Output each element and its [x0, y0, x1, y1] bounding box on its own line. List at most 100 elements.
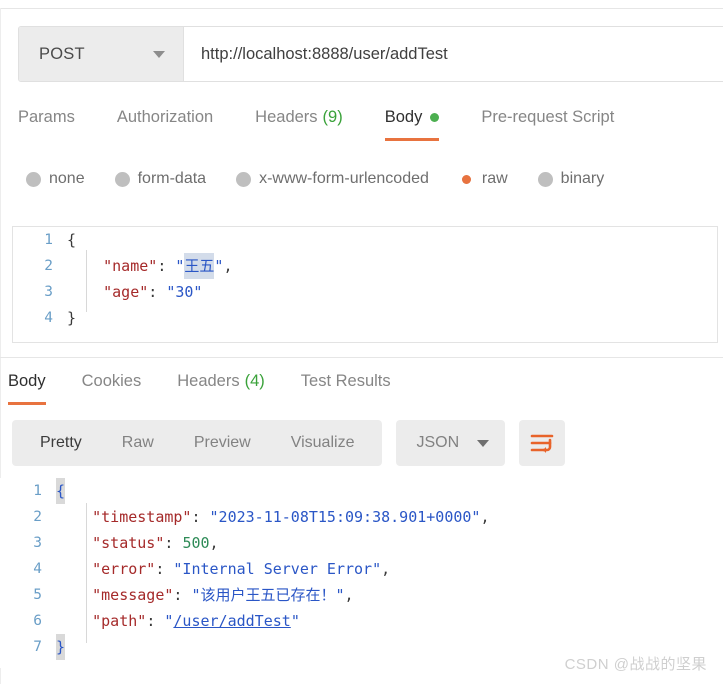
body-type-binary-label: binary — [560, 170, 605, 187]
json-colon: : — [157, 257, 176, 275]
radio-form-data-icon — [114, 171, 130, 187]
tab-body[interactable]: Body — [384, 104, 440, 141]
response-tabs: Body Cookies Headers (4) Test Results — [8, 368, 723, 408]
json-brace: } — [56, 634, 66, 660]
response-toolbar: Pretty Raw Preview Visualize JSON — [12, 420, 712, 466]
tab-headers-count: (9) — [322, 108, 343, 126]
line-number: 1 — [44, 232, 53, 248]
line-number: 3 — [44, 284, 53, 300]
tab-params[interactable]: Params — [18, 104, 75, 141]
radio-raw-icon — [458, 171, 474, 187]
word-wrap-button[interactable] — [519, 420, 566, 466]
response-tab-test-results-label: Test Results — [300, 372, 391, 390]
json-colon: : — [173, 586, 192, 604]
line-number: 4 — [33, 561, 42, 577]
tab-authorization-label: Authorization — [116, 108, 214, 126]
view-mode-visualize[interactable]: Visualize — [271, 434, 375, 452]
line-number: 6 — [33, 613, 42, 629]
json-colon: : — [146, 612, 165, 630]
body-indicator-dot-icon — [430, 113, 440, 122]
line-number: 3 — [33, 535, 42, 551]
view-mode-pretty[interactable]: Pretty — [20, 434, 102, 452]
json-value-selected: 王五 — [184, 253, 215, 279]
body-type-options: none form-data x-www-form-urlencoded raw… — [26, 162, 723, 196]
json-value: "该用户王五已存在！" — [191, 586, 345, 604]
json-comma: , — [480, 508, 490, 526]
request-url-input[interactable]: http://localhost:8888/user/addTest — [184, 27, 723, 81]
http-method-label: POST — [39, 44, 85, 63]
tab-pre-request-script[interactable]: Pre-request Script — [481, 104, 614, 141]
body-type-raw[interactable]: raw — [458, 170, 508, 188]
json-value: "Internal Server Error" — [173, 560, 382, 578]
body-type-raw-label: raw — [481, 170, 508, 187]
request-code-line-4: 4 } — [13, 305, 717, 331]
json-key: "name" — [103, 257, 158, 275]
response-view-mode-group: Pretty Raw Preview Visualize — [12, 420, 383, 466]
response-tab-cookies[interactable]: Cookies — [82, 368, 142, 405]
json-quote: " — [214, 257, 224, 275]
response-tab-cookies-label: Cookies — [81, 372, 142, 390]
body-type-binary[interactable]: binary — [537, 170, 605, 188]
chevron-down-icon — [477, 439, 490, 447]
json-colon: : — [155, 560, 174, 578]
request-body-editor[interactable]: 1 { 2 "name" : " 王五 " , 3 "age" : "30" 4… — [12, 226, 718, 343]
line-number: 4 — [44, 310, 53, 326]
indent-guide — [86, 250, 87, 312]
view-mode-raw[interactable]: Raw — [102, 434, 174, 452]
line-number: 7 — [33, 639, 42, 655]
tab-pre-request-script-label: Pre-request Script — [481, 108, 615, 126]
response-format-select[interactable]: JSON — [396, 420, 506, 466]
body-type-urlencoded-label: x-www-form-urlencoded — [259, 170, 429, 187]
json-colon: : — [164, 534, 183, 552]
body-type-urlencoded[interactable]: x-www-form-urlencoded — [236, 170, 429, 188]
radio-urlencoded-icon — [236, 171, 252, 187]
body-type-none[interactable]: none — [26, 170, 85, 188]
json-key: "age" — [103, 283, 149, 301]
radio-none-icon — [26, 171, 41, 187]
response-code-line-4: 4 "error" : "Internal Server Error" , — [0, 556, 723, 582]
json-value-link[interactable]: /user/addTest — [173, 608, 290, 634]
json-colon: : — [148, 283, 167, 301]
response-tab-headers-count: (4) — [244, 372, 265, 390]
json-key: "path" — [92, 612, 147, 630]
response-tab-body[interactable]: Body — [8, 368, 46, 405]
request-code-text: } — [67, 309, 77, 327]
top-divider — [0, 8, 723, 9]
response-format-label: JSON — [416, 434, 460, 451]
json-key: "timestamp" — [92, 508, 192, 526]
response-body-editor[interactable]: 1 { 2 "timestamp" : "2023-11-08T15:09:38… — [0, 478, 723, 668]
view-mode-preview[interactable]: Preview — [174, 434, 271, 452]
json-brace: { — [56, 478, 66, 504]
response-code-line-5: 5 "message" : "该用户王五已存在！" , — [0, 582, 723, 608]
json-quote: " — [290, 612, 300, 630]
http-method-select[interactable]: POST — [19, 27, 184, 81]
json-comma: , — [223, 257, 233, 275]
response-code-line-1: 1 { — [0, 478, 723, 504]
json-colon: : — [191, 508, 210, 526]
json-key: "status" — [92, 534, 165, 552]
chevron-down-icon — [153, 50, 165, 58]
radio-binary-icon — [537, 171, 553, 187]
json-key: "message" — [92, 586, 174, 604]
request-tabs: Params Authorization Headers (9) Body Pr… — [18, 104, 723, 148]
request-url-bar: POST http://localhost:8888/user/addTest — [18, 26, 723, 82]
response-code-line-6: 6 "path" : " /user/addTest " — [0, 608, 723, 634]
request-code-line-2: 2 "name" : " 王五 " , — [13, 253, 717, 279]
line-number: 5 — [33, 587, 42, 603]
json-value: "30" — [166, 283, 203, 301]
body-type-form-data[interactable]: form-data — [114, 170, 206, 188]
response-tab-test-results[interactable]: Test Results — [301, 368, 391, 405]
json-value: "2023-11-08T15:09:38.901+0000" — [209, 508, 481, 526]
json-number: 500 — [182, 534, 210, 552]
json-comma: , — [381, 560, 391, 578]
response-indent-guide — [86, 503, 87, 643]
tab-headers[interactable]: Headers (9) — [255, 104, 343, 141]
json-key: "error" — [92, 560, 156, 578]
response-tab-headers[interactable]: Headers (4) — [177, 368, 265, 405]
request-code-text: { — [67, 231, 77, 249]
response-code-line-2: 2 "timestamp" : "2023-11-08T15:09:38.901… — [0, 504, 723, 530]
tab-params-label: Params — [18, 108, 75, 126]
line-number: 2 — [44, 258, 53, 274]
request-code-line-3: 3 "age" : "30" — [13, 279, 717, 305]
tab-authorization[interactable]: Authorization — [117, 104, 213, 141]
